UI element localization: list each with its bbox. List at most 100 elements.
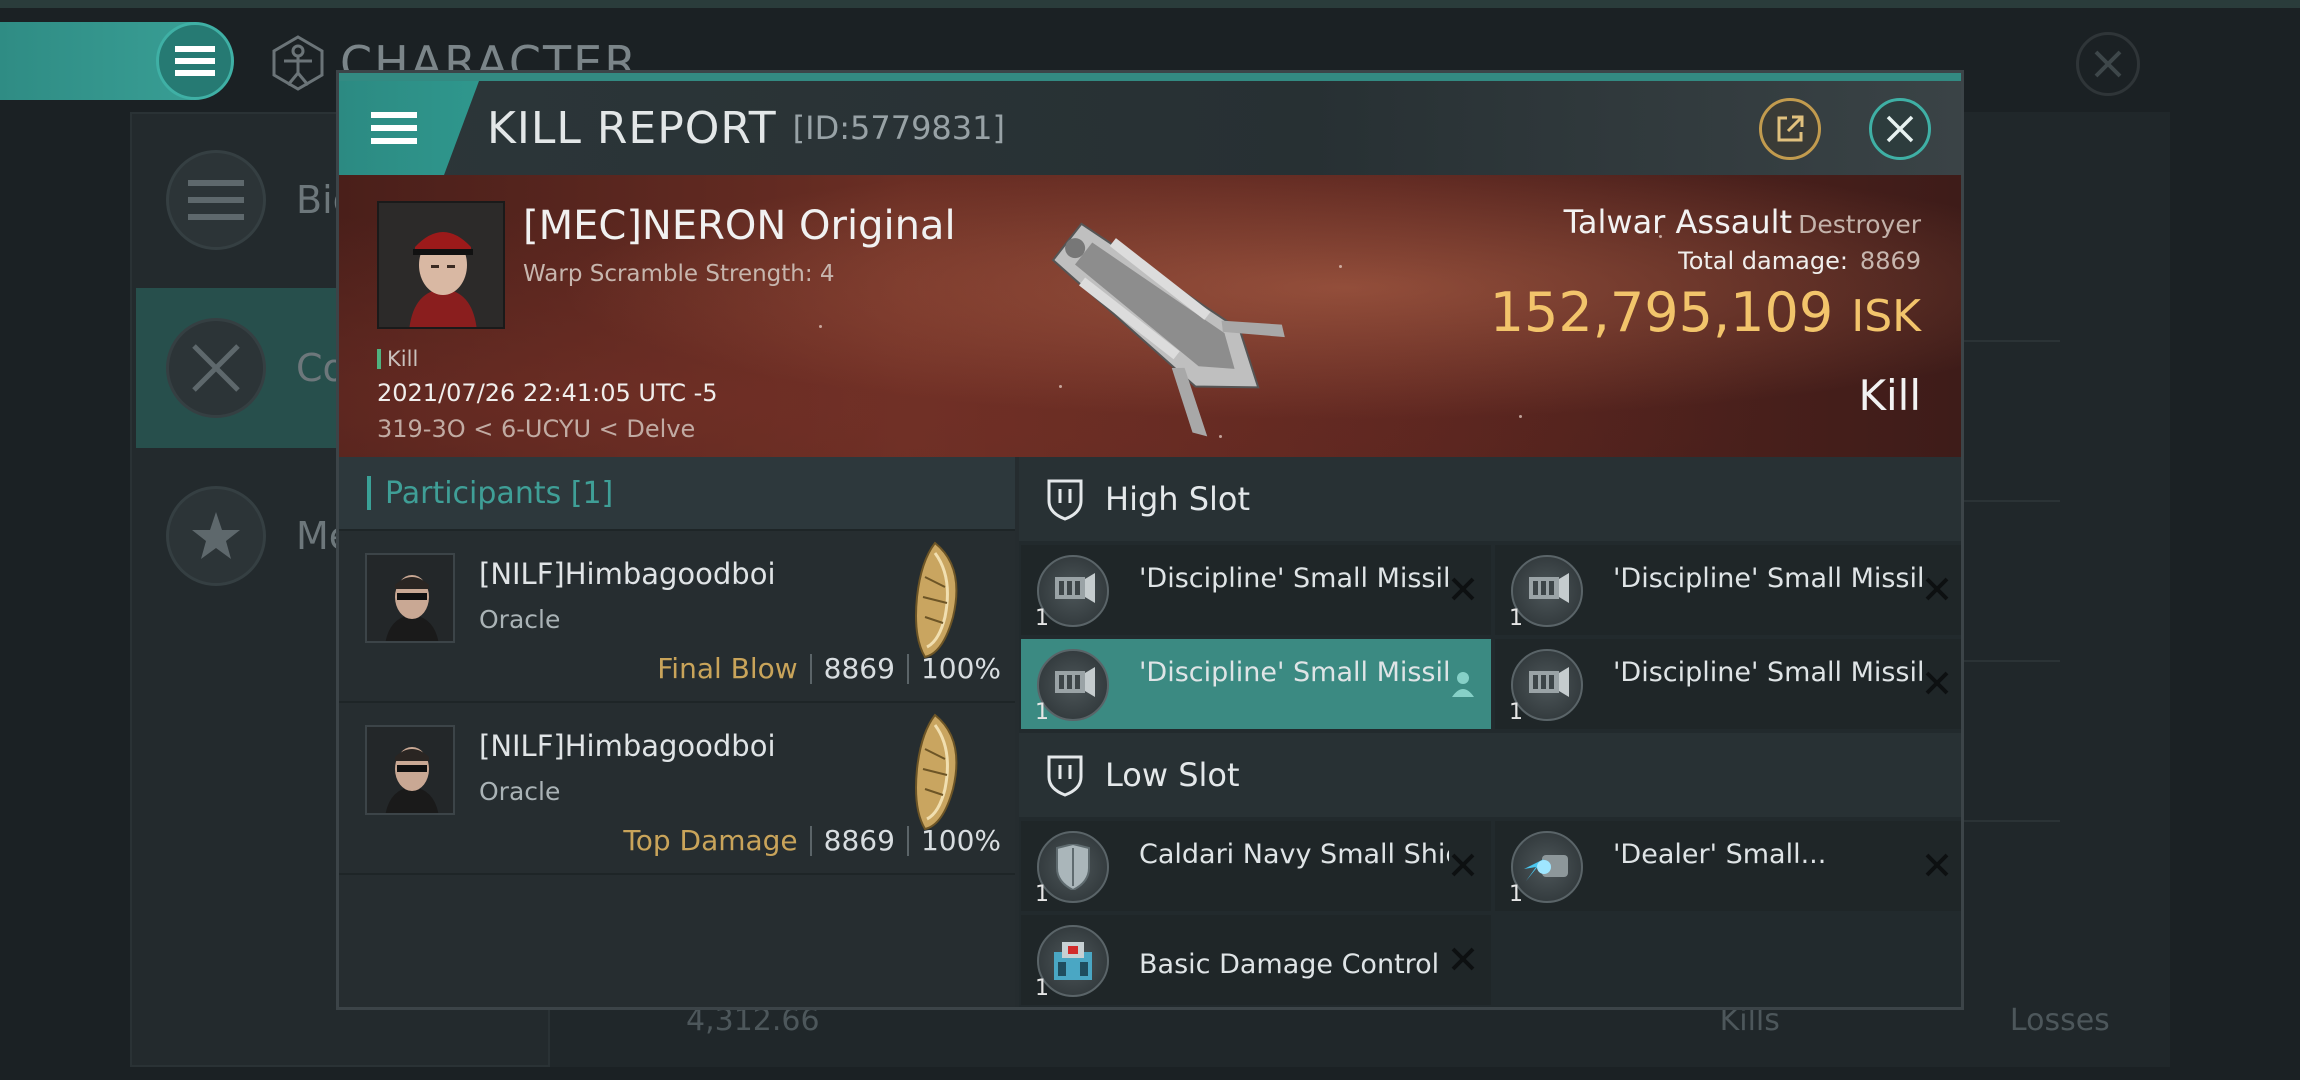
victim-ship[interactable]: Talwar Assault Destroyer	[1564, 203, 1921, 241]
kill-tag-label: Kill	[387, 347, 419, 371]
stat-separator	[906, 825, 909, 856]
destroyer-ship-icon	[1051, 222, 1285, 437]
module-name: 'Discipline' Small Missile...	[1139, 657, 1449, 688]
pilot-portrait-icon	[367, 727, 453, 813]
background-menu-button[interactable]	[156, 22, 234, 100]
module-slot[interactable]: 1 Basic Damage Control	[1021, 915, 1491, 1005]
destroyed-x-icon	[1451, 577, 1475, 601]
module-quantity: 1	[1035, 976, 1049, 1001]
participants-header-label: Participants [1]	[385, 475, 614, 511]
victim-ship-name: Talwar Assault	[1563, 203, 1793, 241]
participant-damage: 8869	[823, 652, 895, 685]
participant-name: [NILF]Himbagoodboi	[479, 557, 776, 591]
module-slot[interactable]: 1 'Discipline' Small Missile...	[1495, 639, 1961, 729]
kill-type-tag: Kill	[377, 347, 418, 371]
fitting-panel: High Slot 1 'Discipline' Small Missile..…	[1019, 457, 1961, 1007]
destroyed-x-icon	[1925, 577, 1949, 601]
high-slot-icon	[1047, 479, 1083, 521]
isk-amount: 152,795,109	[1489, 281, 1834, 344]
close-icon	[1886, 115, 1914, 143]
participants-header-bar	[367, 476, 371, 510]
warp-scramble-strength: Warp Scramble Strength: 4	[523, 261, 835, 287]
participant-percent: 100%	[920, 824, 1001, 857]
character-icon	[272, 35, 324, 91]
share-button[interactable]	[1759, 98, 1821, 160]
participant-ship: Oracle	[479, 777, 561, 806]
isk-unit: ISK	[1851, 291, 1921, 342]
participant-row[interactable]: [NILF]Himbagoodboi Oracle Top Damage 886…	[339, 703, 1015, 875]
total-damage-value: 8869	[1859, 247, 1921, 275]
participants-panel: Participants [1] [NILF]Himbagoodboi Orac…	[339, 457, 1015, 1007]
total-damage: Total damage: 8869	[1678, 247, 1921, 275]
external-link-icon	[1777, 115, 1804, 142]
low-slot-label: Low Slot	[1105, 756, 1240, 794]
pilot-portrait-icon	[379, 203, 503, 327]
kill-location: 319-3O < 6-UCYU < Delve	[377, 415, 696, 443]
victim-name[interactable]: [MEC]NERON Original	[523, 203, 956, 249]
module-name: Basic Damage Control	[1139, 949, 1440, 980]
low-slot-heading: Low Slot	[1019, 733, 1961, 817]
module-slot[interactable]: 1 'Discipline' Small Missile...	[1495, 545, 1961, 635]
menu-icon	[371, 112, 417, 144]
list-icon	[166, 150, 266, 250]
kill-timestamp: 2021/07/26 22:41:05 UTC -5	[377, 379, 718, 407]
top-strip	[0, 0, 2300, 8]
dialog-header: KILL REPORT [ID:5779831]	[339, 81, 1961, 175]
total-damage-label: Total damage:	[1678, 247, 1848, 275]
module-name: 'Dealer' Small...	[1613, 839, 1827, 870]
dialog-menu-button[interactable]	[339, 81, 479, 175]
module-name: 'Discipline' Small Missile...	[1613, 563, 1923, 594]
module-slot[interactable]: 1 'Discipline' Small Missile...	[1021, 545, 1491, 635]
module-quantity: 1	[1509, 606, 1523, 631]
module-name: 'Discipline' Small Missile...	[1139, 563, 1449, 594]
participant-damage: 8869	[823, 824, 895, 857]
star-badge-icon	[166, 486, 266, 586]
victim-portrait[interactable]	[377, 201, 505, 329]
module-slot-selected[interactable]: 1 'Discipline' Small Missile...	[1021, 639, 1491, 729]
menu-icon	[175, 46, 215, 76]
victim-ship-class: Destroyer	[1798, 210, 1921, 239]
participant-name: [NILF]Himbagoodboi	[479, 729, 776, 763]
module-quantity: 1	[1509, 882, 1523, 907]
high-slot-grid: 1 'Discipline' Small Missile... 1 'Disci…	[1019, 541, 1961, 733]
destroyed-x-icon	[1451, 853, 1475, 877]
kill-report-dialog: KILL REPORT [ID:5779831] [MEC]NERON Orig…	[336, 70, 1964, 1010]
participant-row[interactable]: [NILF]Himbagoodboi Oracle Final Blow 886…	[339, 531, 1015, 703]
stat-separator	[809, 653, 812, 684]
stat-separator	[809, 825, 812, 856]
pilot-portrait-icon	[367, 555, 453, 641]
kill-report-id: [ID:5779831]	[792, 109, 1005, 147]
module-slot[interactable]: 1 'Dealer' Small...	[1495, 821, 1961, 911]
participant-ship: Oracle	[479, 605, 561, 634]
destroyed-x-icon	[1451, 947, 1475, 971]
participant-tag: Final Blow	[657, 652, 798, 685]
person-icon	[1452, 672, 1474, 697]
low-slot-grid: 1 Caldari Navy Small Shield... 1 'Dealer…	[1019, 817, 1961, 1007]
participant-stats: Final Blow 8869 100%	[657, 652, 1001, 685]
module-quantity: 1	[1035, 606, 1049, 631]
oracle-ship-icon	[915, 541, 958, 659]
module-quantity: 1	[1035, 700, 1049, 725]
dialog-accent-line	[339, 73, 1961, 81]
oracle-ship-icon	[915, 713, 958, 831]
victim-banner: [MEC]NERON Original Warp Scramble Streng…	[339, 175, 1961, 457]
module-name: 'Discipline' Small Missile...	[1613, 657, 1923, 688]
destroyed-x-icon	[1925, 671, 1949, 695]
participant-tag: Top Damage	[623, 824, 798, 857]
high-slot-label: High Slot	[1105, 480, 1251, 518]
participant-portrait	[365, 553, 455, 643]
high-slot-heading: High Slot	[1019, 457, 1961, 541]
isk-value: 152,795,109 ISK	[1490, 281, 1921, 344]
background-losses-label: Losses	[2009, 1002, 2110, 1038]
low-slot-icon	[1047, 755, 1083, 797]
destroyed-x-icon	[1925, 853, 1949, 877]
participant-portrait	[365, 725, 455, 815]
close-button[interactable]	[1869, 98, 1931, 160]
stat-separator	[906, 653, 909, 684]
module-slot[interactable]: 1 Caldari Navy Small Shield...	[1021, 821, 1491, 911]
background-close-button[interactable]	[2076, 32, 2140, 96]
dialog-title: KILL REPORT [ID:5779831]	[487, 81, 1005, 175]
crossed-swords-icon	[166, 318, 266, 418]
kill-result: Kill	[1858, 371, 1921, 420]
module-name: Caldari Navy Small Shield...	[1139, 839, 1449, 870]
